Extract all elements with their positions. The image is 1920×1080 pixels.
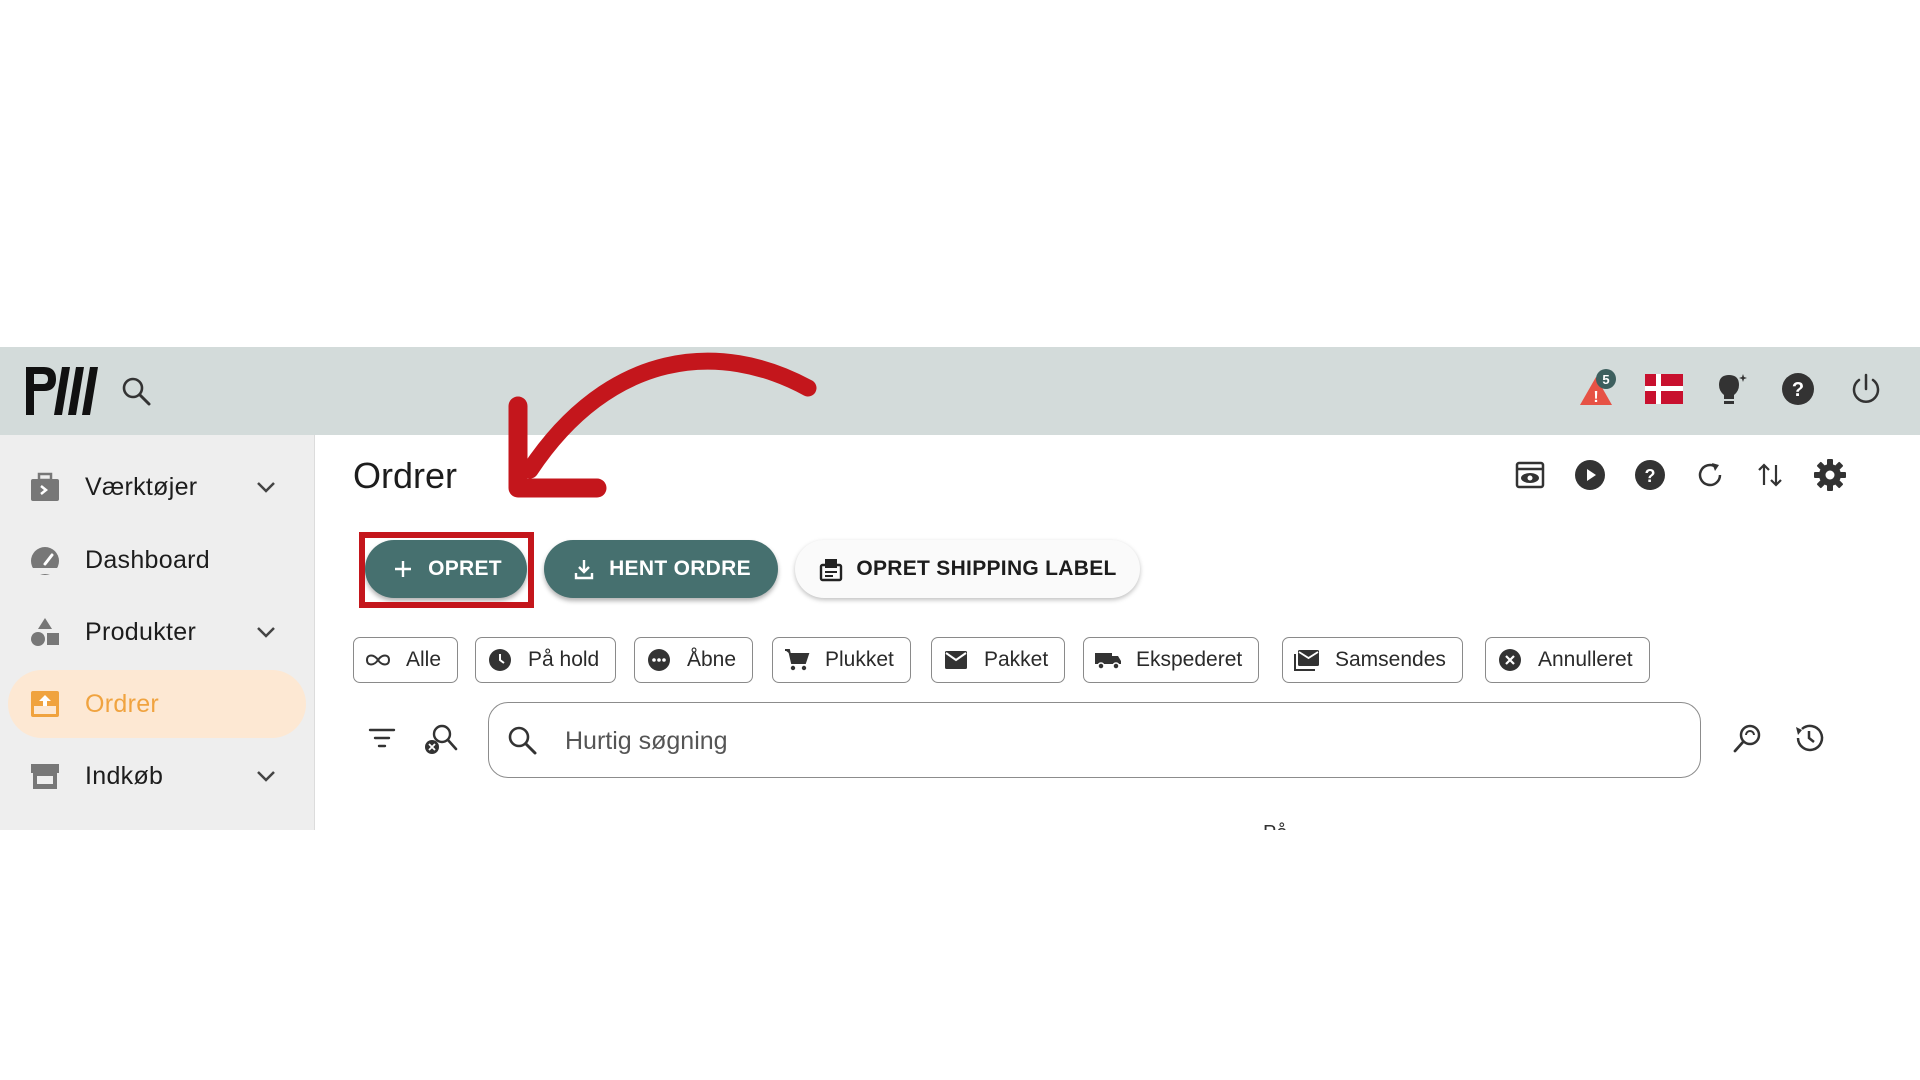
danish-flag-icon[interactable] bbox=[1644, 369, 1684, 409]
svg-text:?: ? bbox=[1792, 379, 1804, 401]
notification-badge: 5 bbox=[1596, 369, 1616, 389]
clipped-text: På bbox=[1263, 822, 1287, 830]
top-bar: ! 5 ? bbox=[0, 347, 1920, 435]
search-icon bbox=[508, 726, 537, 755]
sort-icon[interactable] bbox=[1750, 455, 1790, 495]
infinity-icon bbox=[364, 646, 392, 674]
store-icon bbox=[28, 759, 62, 793]
fetch-order-button-label: HENT ORDRE bbox=[609, 557, 751, 580]
filter-chip-plukket[interactable]: Plukket bbox=[772, 637, 911, 683]
cancel-icon bbox=[1496, 646, 1524, 674]
quick-search-field[interactable] bbox=[488, 702, 1701, 778]
chevron-down-icon[interactable] bbox=[251, 472, 281, 502]
filter-chip-label: Ekspederet bbox=[1136, 648, 1243, 671]
chevron-down-icon[interactable] bbox=[251, 617, 281, 647]
sidebar-item-label: Dashboard bbox=[85, 545, 211, 574]
filter-chip-pakket[interactable]: Pakket bbox=[931, 637, 1066, 683]
clock-icon bbox=[486, 646, 514, 674]
refresh-icon[interactable] bbox=[1690, 455, 1730, 495]
filter-chip-label: Alle bbox=[406, 648, 442, 671]
sidebar-item-label: Ordrer bbox=[85, 689, 160, 718]
filter-chip-label: Åbne bbox=[687, 648, 737, 671]
play-icon[interactable] bbox=[1570, 455, 1610, 495]
clear-search-icon[interactable] bbox=[421, 718, 461, 758]
more-horizontal-icon bbox=[645, 646, 673, 674]
order-icon bbox=[28, 687, 62, 721]
filter-chip-paa-hold[interactable]: På hold bbox=[475, 637, 617, 683]
gear-icon[interactable] bbox=[1810, 455, 1850, 495]
svg-text:!: ! bbox=[1593, 389, 1598, 406]
truck-icon bbox=[1094, 646, 1122, 674]
help-icon[interactable]: ? bbox=[1630, 455, 1670, 495]
history-icon[interactable] bbox=[1789, 718, 1829, 758]
sidebar-item-ordrer[interactable]: Ordrer bbox=[8, 670, 306, 738]
sidebar-item-label: Værktøjer bbox=[85, 472, 198, 501]
sidebar-item-vaerktoejer[interactable]: Værktøjer bbox=[8, 453, 306, 521]
shipping-label-icon bbox=[818, 556, 844, 582]
svg-text:?: ? bbox=[1645, 466, 1656, 486]
sidebar-item-label: Produkter bbox=[85, 617, 197, 646]
page-title: Ordrer bbox=[353, 455, 458, 496]
filter-list-icon[interactable] bbox=[362, 718, 402, 758]
create-shipping-label-button[interactable]: OPRET SHIPPING LABEL bbox=[795, 540, 1140, 598]
search-zoom-icon[interactable] bbox=[1729, 718, 1769, 758]
eye-icon[interactable] bbox=[1510, 455, 1550, 495]
filter-chip-samsendes[interactable]: Samsendes bbox=[1282, 637, 1463, 683]
help-icon[interactable]: ? bbox=[1778, 369, 1818, 409]
download-icon bbox=[571, 556, 597, 582]
power-icon[interactable] bbox=[1846, 369, 1886, 409]
toolbox-icon bbox=[28, 470, 62, 504]
highlight-box bbox=[359, 532, 534, 608]
search-input[interactable] bbox=[563, 717, 1667, 765]
alert-icon[interactable]: ! 5 bbox=[1576, 369, 1616, 409]
app-logo[interactable] bbox=[22, 365, 100, 417]
search-icon[interactable] bbox=[118, 373, 154, 409]
app-window: ! 5 ? Værktøjer Dashboard Produkter Ordr… bbox=[0, 347, 1920, 830]
sidebar-item-indkoeb[interactable]: Indkøb bbox=[8, 742, 306, 810]
filter-chip-annulleret[interactable]: Annulleret bbox=[1485, 637, 1650, 683]
filter-chip-label: Plukket bbox=[825, 648, 894, 671]
filter-chip-label: På hold bbox=[528, 648, 600, 671]
shapes-icon bbox=[28, 615, 62, 649]
filter-chip-label: Samsendes bbox=[1335, 648, 1446, 671]
mail-icon bbox=[942, 646, 970, 674]
filter-chip-ekspederet[interactable]: Ekspederet bbox=[1083, 637, 1260, 683]
lightbulb-icon[interactable] bbox=[1711, 369, 1751, 409]
mail-stack-icon bbox=[1293, 646, 1321, 674]
sidebar: Værktøjer Dashboard Produkter Ordrer Ind… bbox=[0, 435, 315, 830]
gauge-icon bbox=[28, 543, 62, 577]
filter-chip-label: Annulleret bbox=[1538, 648, 1633, 671]
filter-chip-aabne[interactable]: Åbne bbox=[634, 637, 754, 683]
filter-chip-alle[interactable]: Alle bbox=[353, 637, 459, 683]
create-shipping-label-button-label: OPRET SHIPPING LABEL bbox=[856, 557, 1117, 580]
filter-chip-label: Pakket bbox=[984, 648, 1049, 671]
chevron-down-icon[interactable] bbox=[251, 761, 281, 791]
fetch-order-button[interactable]: HENT ORDRE bbox=[544, 540, 778, 598]
sidebar-item-dashboard[interactable]: Dashboard bbox=[8, 526, 306, 594]
sidebar-item-label: Indkøb bbox=[85, 761, 164, 790]
cart-icon bbox=[783, 646, 811, 674]
sidebar-item-produkter[interactable]: Produkter bbox=[8, 598, 306, 666]
main-content: Ordrer ? OPRET HENT ORDRE OPRET SHIPPING… bbox=[315, 435, 1920, 830]
